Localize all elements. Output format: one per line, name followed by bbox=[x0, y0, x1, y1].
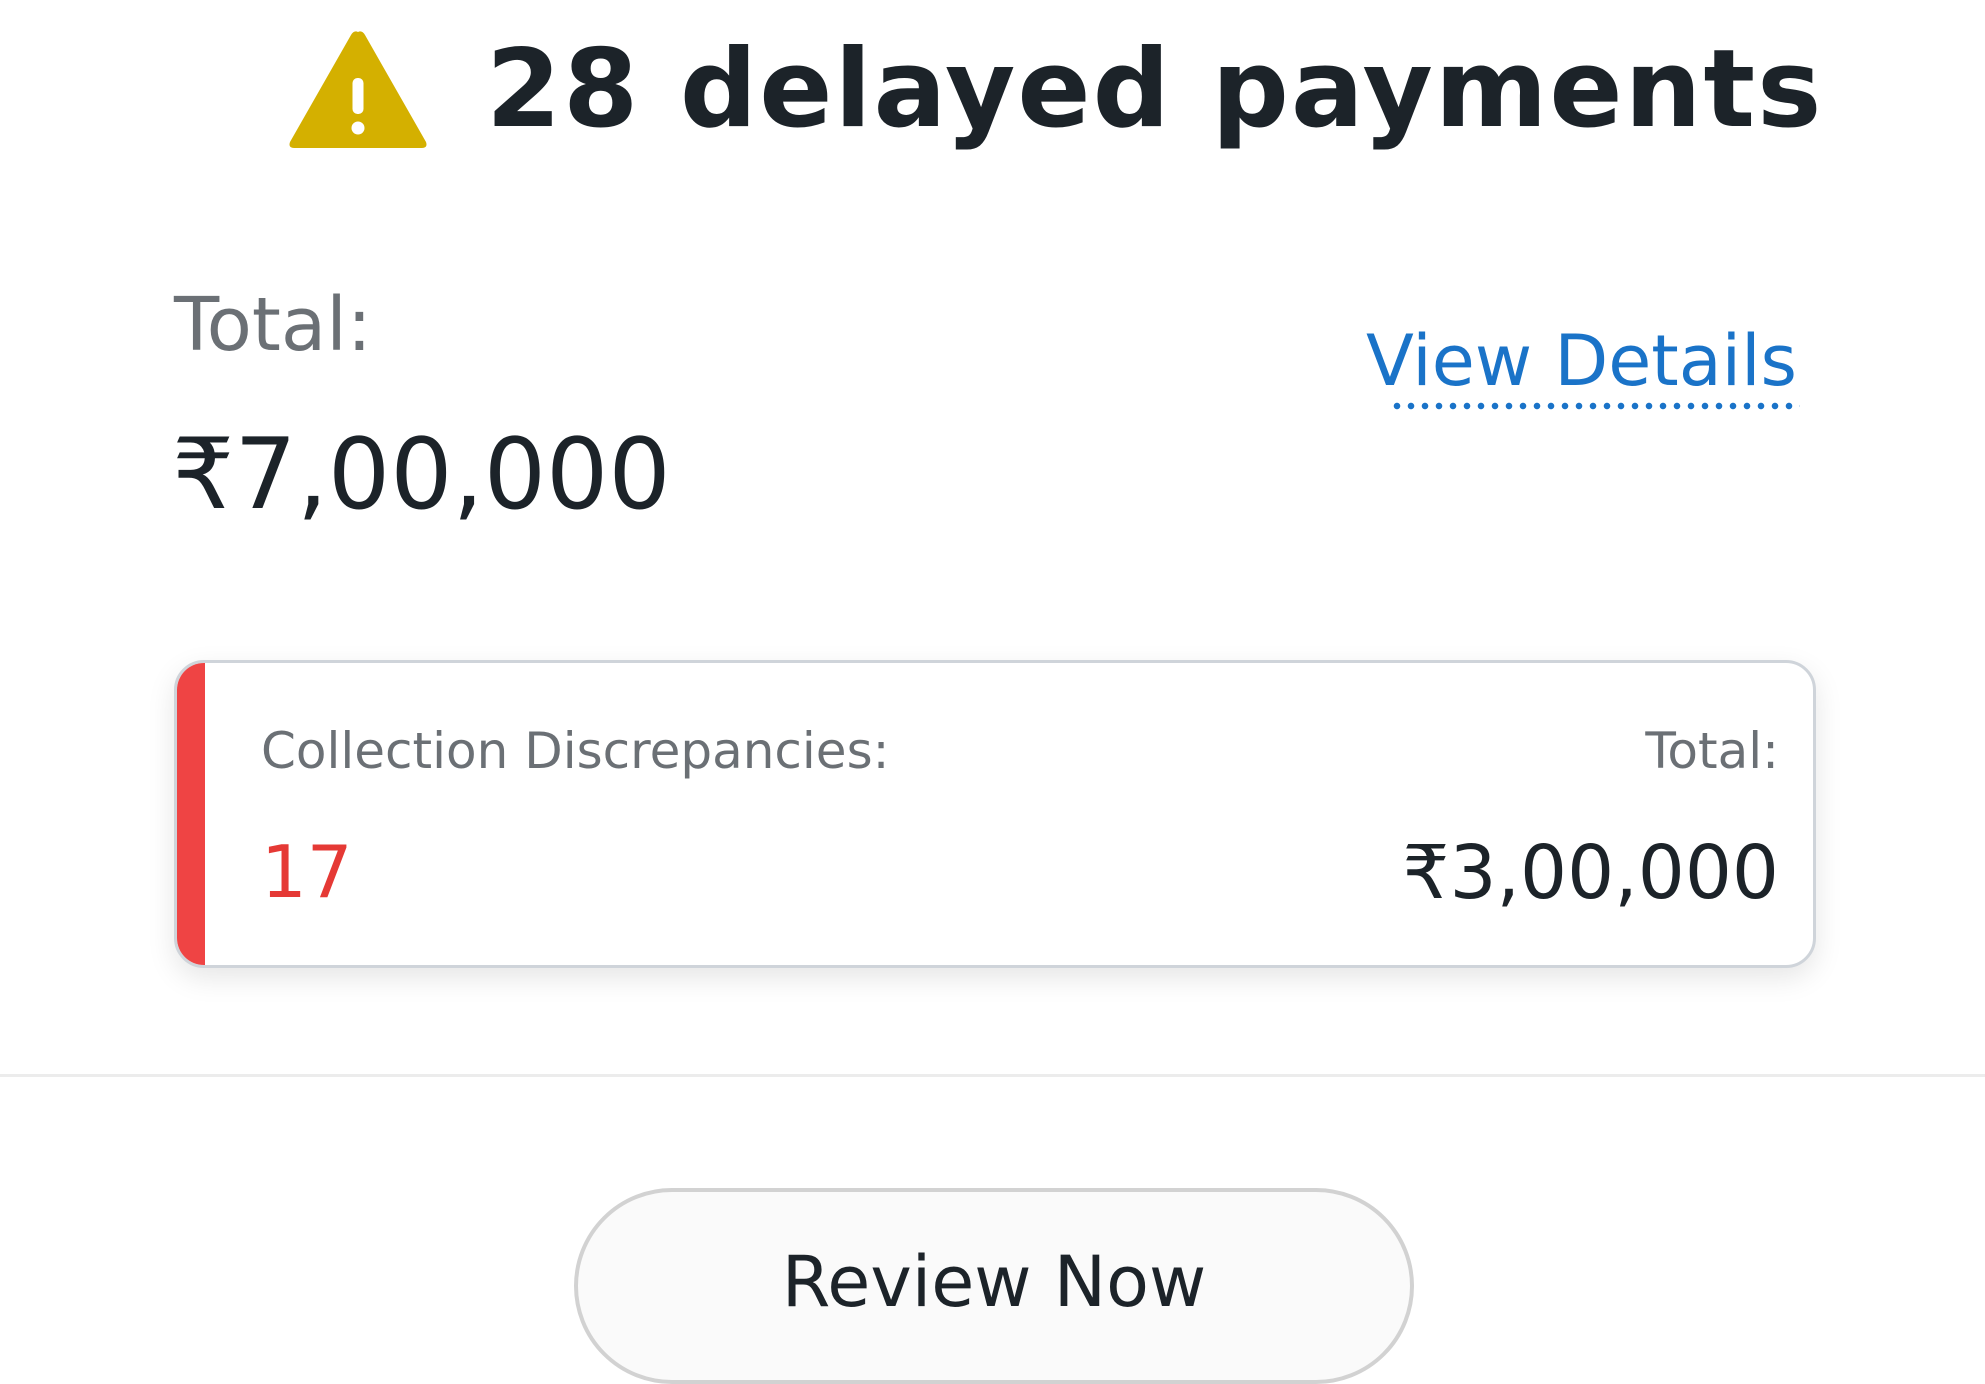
discrepancy-total-amount: ₹3,00,000 bbox=[1402, 830, 1779, 916]
alert-title: 28 delayed payments bbox=[486, 27, 1824, 152]
card-accent-bar bbox=[177, 663, 205, 965]
section-divider bbox=[0, 1074, 1985, 1077]
discrepancy-card: Collection Discrepancies: 17 Total: ₹3,0… bbox=[174, 660, 1816, 968]
total-label: Total: bbox=[174, 282, 372, 368]
view-details-link[interactable]: View Details bbox=[1366, 320, 1797, 402]
warning-icon bbox=[286, 26, 430, 154]
alert-header: 28 delayed payments bbox=[0, 0, 1985, 150]
review-now-button[interactable]: Review Now bbox=[574, 1188, 1414, 1384]
view-details-underline bbox=[1390, 402, 1800, 410]
discrepancy-label: Collection Discrepancies: bbox=[261, 722, 890, 780]
discrepancy-count: 17 bbox=[261, 830, 353, 914]
discrepancy-total-label: Total: bbox=[1645, 722, 1779, 780]
total-amount: ₹7,00,000 bbox=[172, 418, 671, 532]
